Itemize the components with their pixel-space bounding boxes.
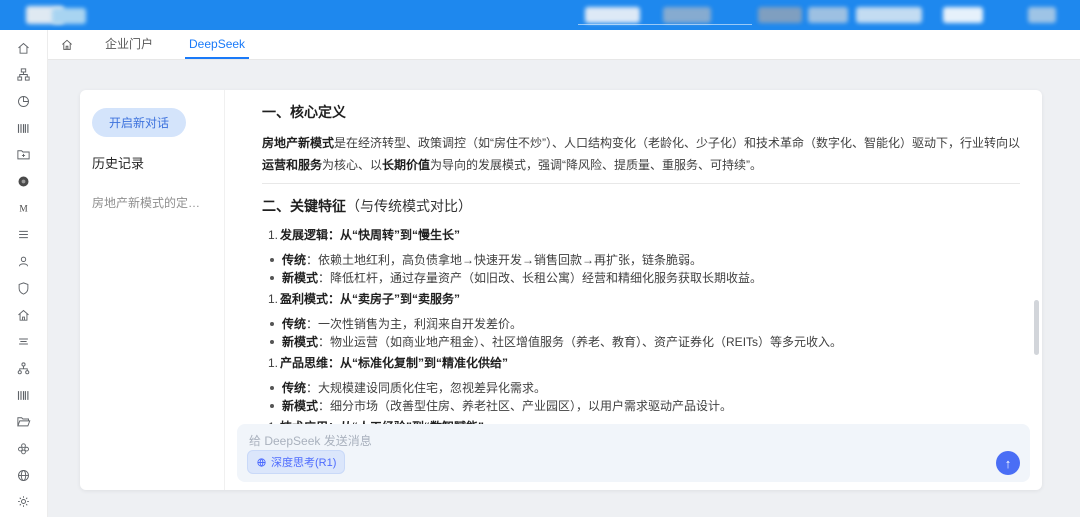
top-nav-item-blurred[interactable] — [758, 7, 802, 23]
new-chat-button[interactable]: 开启新对话 — [92, 108, 186, 137]
content-heading: 一、核心定义 — [262, 102, 1020, 122]
layers-icon[interactable] — [0, 332, 47, 352]
bullet-item: 新模式：细分市场（改善型住房、养老社区、产业园区），以用户需求驱动产品设计。 — [270, 398, 1020, 415]
content-divider — [262, 183, 1020, 184]
globe-icon[interactable] — [0, 465, 47, 485]
content-scrollbar[interactable] — [1034, 300, 1039, 355]
bullet-item: 传统：一次性销售为主，利润来自开发差价。 — [270, 316, 1020, 333]
bullet-item: 传统：大规模建设同质化住宅，忽视差异化需求。 — [270, 380, 1020, 397]
message-input-placeholder: 给 DeepSeek 发送消息 — [249, 432, 372, 449]
tab-企业门户[interactable]: 企业门户 — [87, 30, 171, 59]
home-tab-icon[interactable] — [47, 38, 87, 52]
numbered-item: 1.发展逻辑：从“快周转”到“慢生长” — [268, 226, 1020, 244]
sitemap-icon[interactable] — [0, 358, 47, 378]
user-icon[interactable] — [0, 252, 47, 272]
deep-think-label: 深度思考(R1) — [271, 454, 336, 470]
home-icon[interactable] — [0, 38, 47, 58]
settings-icon[interactable] — [0, 492, 47, 512]
send-button[interactable]: ↑ — [996, 451, 1020, 475]
top-nav-item-blurred[interactable] — [943, 7, 983, 23]
chat-sidebar: 开启新对话 历史记录 房地产新模式的定义是什么 — [80, 90, 225, 490]
logo-blob — [52, 8, 86, 24]
svg-text:M: M — [19, 204, 28, 214]
app-logo — [8, 4, 128, 26]
tab-DeepSeek[interactable]: DeepSeek — [171, 30, 263, 59]
home-alt-icon[interactable] — [0, 305, 47, 325]
content-heading: 二、关键特征（与传统模式对比） — [262, 196, 1020, 216]
top-nav-underline — [578, 24, 752, 25]
top-nav-item-blurred[interactable] — [663, 7, 711, 23]
shield-icon[interactable] — [0, 278, 47, 298]
deepseek-chat-card: 开启新对话 历史记录 房地产新模式的定义是什么 一、核心定义房地产新模式是在经济… — [80, 90, 1042, 490]
numbered-item: 1.产品思维：从“标准化复制”到“精准化供给” — [268, 354, 1020, 372]
top-nav-item-blurred[interactable] — [1028, 7, 1056, 23]
bullet-item: 传统：依赖土地红利，高负债拿地→快速开发→销售回款→再扩张，链条脆弱。 — [270, 252, 1020, 269]
top-nav-item-blurred[interactable] — [585, 7, 640, 23]
left-icon-sidebar: M — [0, 30, 48, 517]
org-chart-icon[interactable] — [0, 65, 47, 85]
flower-icon[interactable] — [0, 439, 47, 459]
chat-main: 一、核心定义房地产新模式是在经济转型、政策调控（如“房住不炒”）、人口结构变化（… — [225, 90, 1042, 490]
top-bar — [0, 0, 1080, 30]
numbered-item: 1.盈利模式：从“卖房子”到“卖服务” — [268, 290, 1020, 308]
pie-chart-icon[interactable] — [0, 91, 47, 111]
barcode-icon[interactable] — [0, 118, 47, 138]
m-logo-icon[interactable]: M — [0, 198, 47, 218]
message-input[interactable]: 给 DeepSeek 发送消息 深度思考(R1) ↑ — [237, 424, 1030, 482]
top-nav-item-blurred[interactable] — [856, 7, 922, 23]
record-circle-icon[interactable] — [0, 172, 47, 192]
folder-open-icon[interactable] — [0, 412, 47, 432]
list-icon[interactable] — [0, 225, 47, 245]
folder-plus-icon[interactable] — [0, 145, 47, 165]
deep-think-button[interactable]: 深度思考(R1) — [247, 450, 345, 474]
top-nav-item-blurred[interactable] — [808, 7, 848, 23]
tab-bar: 企业门户DeepSeek — [47, 30, 1080, 60]
history-title: 历史记录 — [92, 153, 212, 172]
assistant-message: 一、核心定义房地产新模式是在经济转型、政策调控（如“房住不炒”）、人口结构变化（… — [225, 90, 1042, 424]
deep-think-icon — [256, 457, 267, 468]
barcode-alt-icon[interactable] — [0, 385, 47, 405]
arrow-up-icon: ↑ — [1005, 456, 1012, 471]
history-item[interactable]: 房地产新模式的定义是什么 — [92, 194, 212, 211]
bullet-item: 新模式：物业运营（如商业地产租金）、社区增值服务（养老、教育）、资产证券化（RE… — [270, 334, 1020, 351]
bullet-item: 新模式：降低杠杆，通过存量资产（如旧改、长租公寓）经营和精细化服务获取长期收益。 — [270, 270, 1020, 287]
content-paragraph: 房地产新模式是在经济转型、政策调控（如“房住不炒”）、人口结构变化（老龄化、少子… — [262, 132, 1020, 176]
